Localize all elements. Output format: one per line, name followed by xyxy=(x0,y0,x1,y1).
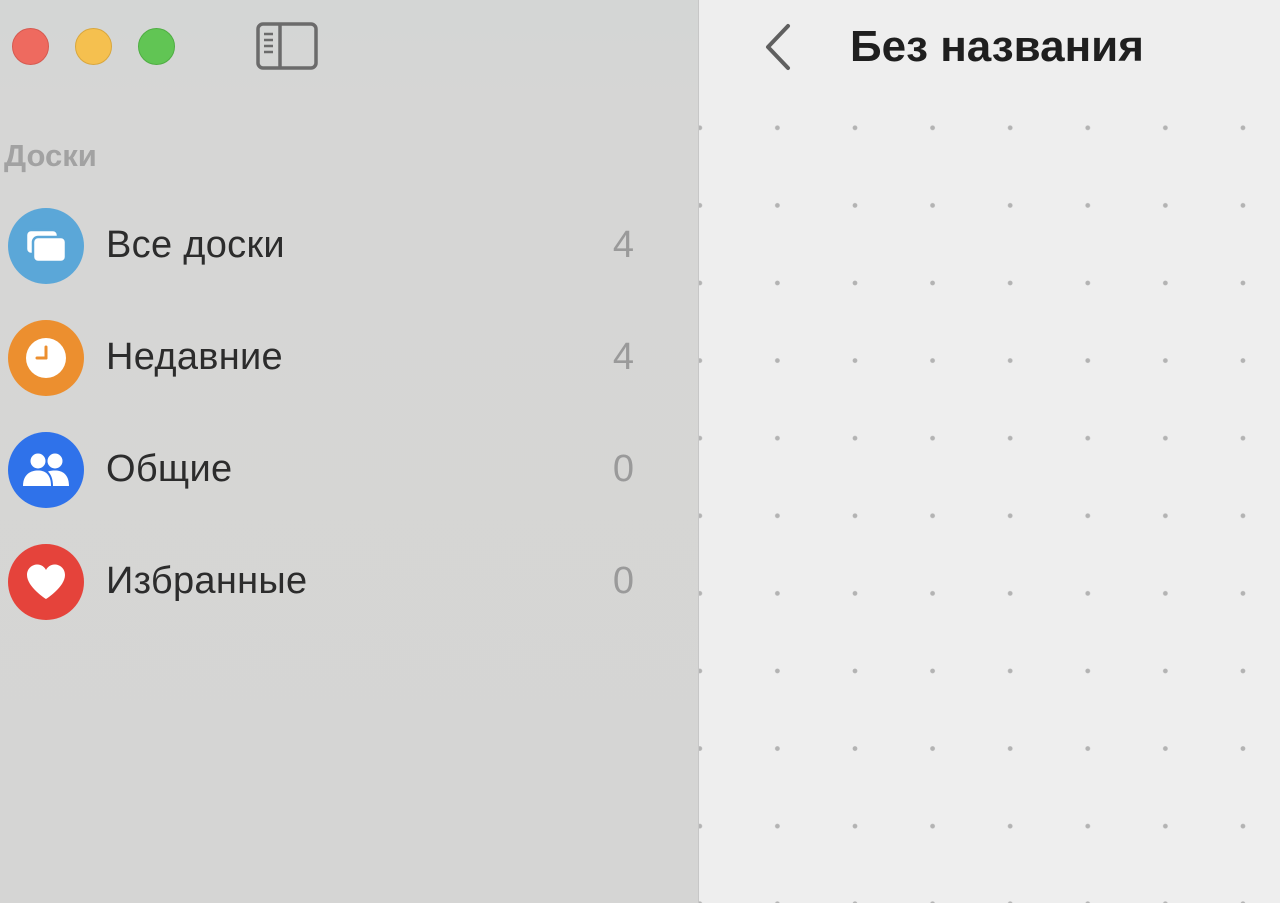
board-canvas[interactable]: Без названия xyxy=(699,0,1280,903)
sidebar-item-count: 4 xyxy=(612,336,634,378)
board-header: Без названия xyxy=(699,0,1280,100)
minimize-button[interactable] xyxy=(75,28,112,65)
boards-icon xyxy=(8,208,84,284)
people-icon xyxy=(8,432,84,508)
window-controls xyxy=(12,28,175,65)
sidebar-item-label: Общие xyxy=(106,448,233,490)
chevron-left-icon xyxy=(766,24,790,70)
sidebar-item-label: Избранные xyxy=(106,560,308,602)
sidebar-item-label: Недавние xyxy=(106,336,283,378)
back-button[interactable] xyxy=(761,22,795,72)
close-button[interactable] xyxy=(12,28,49,65)
sidebar-nav: Все доски 4 Недавние 4 Общие 0 Избранные… xyxy=(8,208,648,656)
clock-icon xyxy=(8,320,84,396)
sidebar-item-favorites[interactable]: Избранные 0 xyxy=(8,544,648,656)
heart-icon xyxy=(8,544,84,620)
sidebar-item-shared[interactable]: Общие 0 xyxy=(8,432,648,544)
sidebar-item-count: 0 xyxy=(612,560,634,602)
section-title-boards: Доски xyxy=(4,138,97,173)
maximize-button[interactable] xyxy=(138,28,175,65)
sidebar-item-label: Все доски xyxy=(106,224,285,266)
sidebar-item-recent[interactable]: Недавние 4 xyxy=(8,320,648,432)
sidebar-item-all-boards[interactable]: Все доски 4 xyxy=(8,208,648,320)
sidebar-item-count: 0 xyxy=(612,448,634,490)
sidebar-item-count: 4 xyxy=(612,224,634,266)
sidebar-toggle-icon xyxy=(256,22,318,70)
app-window: Доски Все доски 4 Недавние 4 Общие 0 Изб… xyxy=(0,0,1280,903)
sidebar: Доски Все доски 4 Недавние 4 Общие 0 Изб… xyxy=(0,0,699,903)
board-title: Без названия xyxy=(850,22,1144,71)
sidebar-toggle-button[interactable] xyxy=(256,22,318,70)
